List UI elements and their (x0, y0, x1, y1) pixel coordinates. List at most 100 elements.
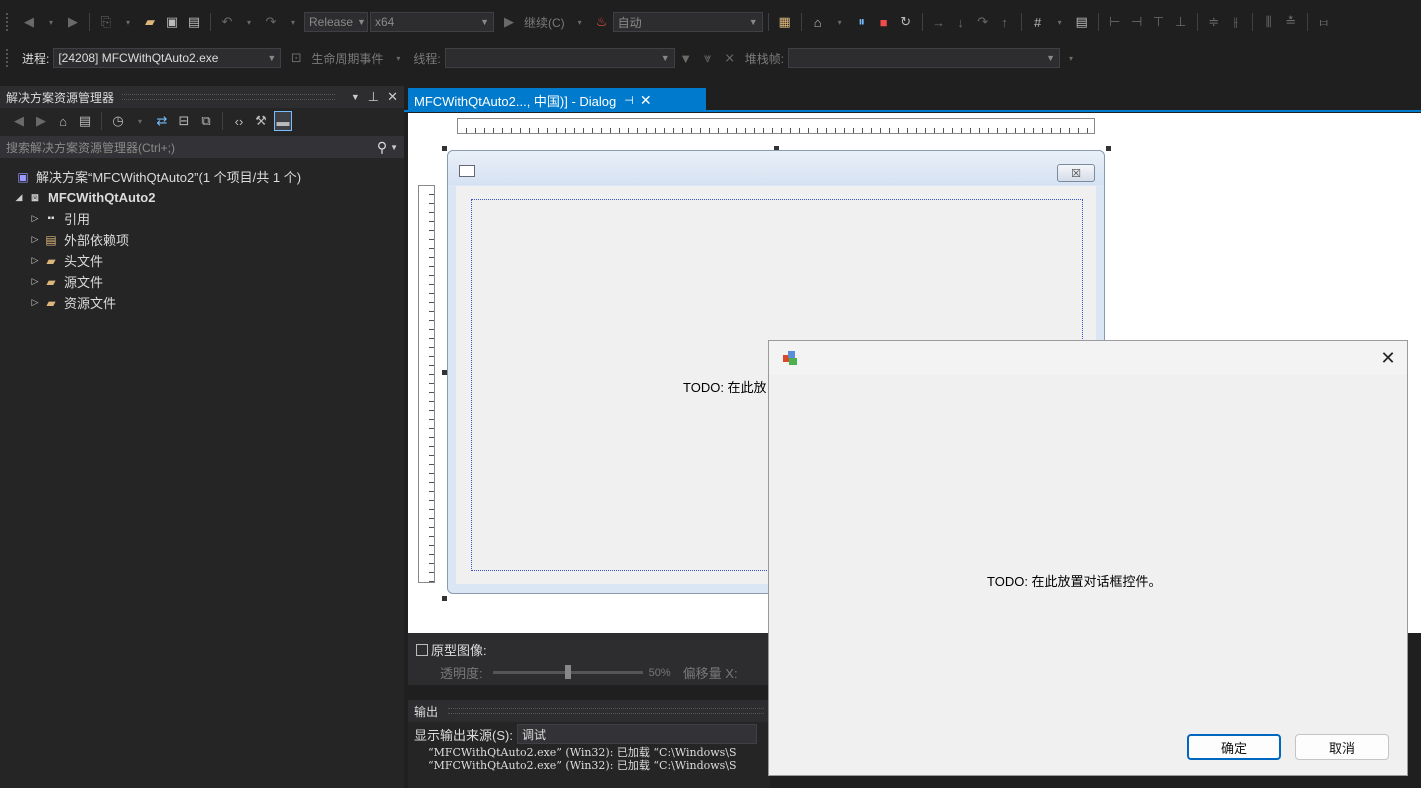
expand-arrow-icon[interactable]: ▷ (28, 255, 42, 266)
home-icon[interactable]: ⌂ (54, 111, 72, 131)
configuration-dropdown[interactable]: Release ▼ (304, 12, 368, 32)
new-project-icon[interactable]: ⎘ (97, 12, 115, 32)
horizontal-ruler[interactable] (457, 118, 1095, 134)
navigate-back-icon[interactable]: ◀ (20, 12, 38, 32)
prototype-checkbox[interactable] (416, 643, 428, 656)
filter-icon[interactable]: ▼ (677, 48, 695, 68)
dropdown-arrow-icon[interactable]: ▾ (131, 111, 149, 131)
align-right-icon[interactable]: ⊣ (1128, 12, 1146, 32)
tab-dialog-designer[interactable]: MFCWithQtAuto2..., 中国)] - Dialog ⊣ ✕ (408, 88, 706, 112)
cancel-button[interactable]: 取消 (1295, 734, 1389, 760)
process-dropdown[interactable]: [24208] MFCWithQtAuto2.exe ▼ (53, 48, 282, 68)
pause-icon[interactable]: ⏸ (853, 12, 871, 32)
hot-reload-flame-icon[interactable]: ♨ (593, 12, 611, 32)
resize-handle[interactable] (442, 146, 447, 151)
redo-icon[interactable]: ↷ (262, 12, 280, 32)
preview-selected-icon[interactable]: ▬ (274, 111, 292, 131)
stop-icon[interactable]: ■ (875, 12, 893, 32)
find-in-files-icon[interactable]: ▦ (776, 12, 794, 32)
continue-play-icon[interactable]: ▶ (500, 12, 518, 32)
prototype-checkbox-row[interactable]: 原型图像: (416, 640, 487, 659)
window-menu-icon[interactable]: ▼ (351, 92, 360, 102)
output-source-dropdown[interactable]: 调试 (516, 724, 757, 744)
tree-item-external-deps[interactable]: ▷ ▤ 外部依赖项 (0, 229, 404, 250)
resize-handle[interactable] (1106, 146, 1111, 151)
tree-item-references[interactable]: ▷ ▪▪ 引用 (0, 208, 404, 229)
step-into-icon[interactable]: ↓ (952, 12, 970, 32)
ok-button[interactable]: 确定 (1187, 734, 1281, 760)
toolbar-grip[interactable] (6, 13, 12, 31)
step-out-icon[interactable]: ↑ (996, 12, 1014, 32)
toolbar-grip[interactable] (6, 49, 12, 67)
view-code-icon[interactable]: ‹› (230, 111, 248, 131)
search-icon[interactable]: ⚲ (377, 139, 387, 156)
dropdown-arrow-icon[interactable]: ▾ (389, 48, 407, 68)
dropdown-arrow-icon[interactable]: ▾ (284, 12, 302, 32)
close-icon[interactable]: ✕ (387, 89, 398, 105)
restart-icon[interactable]: ↻ (897, 12, 915, 32)
solution-node[interactable]: ▣ 解决方案“MFCWithQtAuto2”(1 个项目/共 1 个) (0, 166, 404, 187)
align-top-icon[interactable]: ⊤ (1150, 12, 1168, 32)
show-next-statement-icon[interactable]: → (930, 12, 948, 32)
output-titlebar[interactable]: 输出 (408, 700, 770, 722)
dropdown-arrow-icon[interactable]: ▾ (42, 12, 60, 32)
lifecycle-events-icon[interactable]: ⊡ (287, 48, 305, 68)
dropdown-arrow-icon[interactable]: ▾ (571, 12, 589, 32)
continue-button[interactable]: 继续(C) (524, 14, 565, 31)
running-dialog-titlebar[interactable] (769, 341, 1407, 375)
close-tab-icon[interactable]: ✕ (640, 92, 652, 109)
pending-changes-filter-icon[interactable]: ◷ (109, 111, 127, 131)
center-vertical-icon[interactable]: ≑ (1205, 12, 1223, 32)
thread-dropdown[interactable]: ▼ (444, 48, 675, 68)
forward-icon[interactable]: ▶ (32, 111, 50, 131)
sync-icon[interactable]: ⇄ (153, 111, 171, 131)
space-across-icon[interactable]: ⫼ (1260, 12, 1278, 32)
tab-order-icon[interactable]: ▤ (1073, 12, 1091, 32)
open-folder-icon[interactable]: ▰ (141, 12, 159, 32)
expand-arrow-icon[interactable]: ▷ (28, 276, 42, 287)
navigate-forward-icon[interactable]: ▶ (64, 12, 82, 32)
auto-dropdown[interactable]: 自动 ▼ (612, 12, 763, 32)
platform-dropdown[interactable]: x64 ▼ (370, 12, 494, 32)
collapse-arrow-icon[interactable]: ◢ (12, 192, 26, 203)
show-all-files-icon[interactable]: ⧉ (197, 111, 215, 131)
dropdown-arrow-icon[interactable]: ▾ (119, 12, 137, 32)
back-icon[interactable]: ◀ (10, 111, 28, 131)
tree-item-source-files[interactable]: ▷ ▰ 源文件 (0, 271, 404, 292)
align-bottom-icon[interactable]: ⊥ (1172, 12, 1190, 32)
solution-explorer-titlebar[interactable]: 解决方案资源管理器 ▼ ⊥ ✕ (0, 86, 404, 108)
save-icon[interactable]: ▣ (163, 12, 181, 32)
search-input[interactable]: 搜索解决方案资源管理器(Ctrl+;) (6, 139, 377, 156)
project-node[interactable]: ◢ ⧈ MFCWithQtAuto2 (0, 187, 404, 208)
stackframe-dropdown[interactable]: ▼ (788, 48, 1061, 68)
slider-thumb[interactable] (564, 665, 571, 679)
search-options-icon[interactable]: ▼ (390, 143, 398, 152)
overflow-icon[interactable]: ▾ (831, 12, 849, 32)
expand-arrow-icon[interactable]: ▷ (28, 213, 42, 224)
overflow-icon[interactable]: ▾ (1062, 48, 1080, 68)
solution-search-box[interactable]: 搜索解决方案资源管理器(Ctrl+;) ⚲ ▼ (0, 136, 404, 158)
save-all-icon[interactable]: ▤ (185, 12, 203, 32)
tree-item-header-files[interactable]: ▷ ▰ 头文件 (0, 250, 404, 271)
resize-handle[interactable] (442, 596, 447, 601)
pin-icon[interactable]: ⊣ (624, 94, 634, 107)
expand-arrow-icon[interactable]: ▷ (28, 297, 42, 308)
opacity-slider[interactable] (492, 665, 643, 679)
undo-icon[interactable]: ↶ (218, 12, 236, 32)
center-horizontal-icon[interactable]: ⫲ (1227, 12, 1245, 32)
close-button[interactable]: ✕ (1374, 346, 1402, 370)
pin-icon[interactable]: ⊥ (368, 89, 379, 105)
overflow-icon[interactable]: ▾ (1051, 12, 1069, 32)
flag-threads-icon[interactable]: ⨯ (721, 48, 739, 68)
application-insights-icon[interactable]: ⌂ (809, 12, 827, 32)
dropdown-arrow-icon[interactable]: ▾ (240, 12, 258, 32)
hex-display-icon[interactable]: # (1029, 12, 1047, 32)
collapse-all-icon[interactable]: ⊟ (175, 111, 193, 131)
filter-toggle-icon[interactable]: ⩔ (699, 48, 717, 68)
designed-dialog-close-button[interactable]: ☒ (1057, 164, 1095, 182)
lifecycle-events-button[interactable]: 生命周期事件 (311, 50, 383, 67)
properties-wrench-icon[interactable]: ⚒ (252, 111, 270, 131)
step-over-icon[interactable]: ↷ (974, 12, 992, 32)
switch-views-icon[interactable]: ▤ (76, 111, 94, 131)
space-down-icon[interactable]: ≛ (1282, 12, 1300, 32)
